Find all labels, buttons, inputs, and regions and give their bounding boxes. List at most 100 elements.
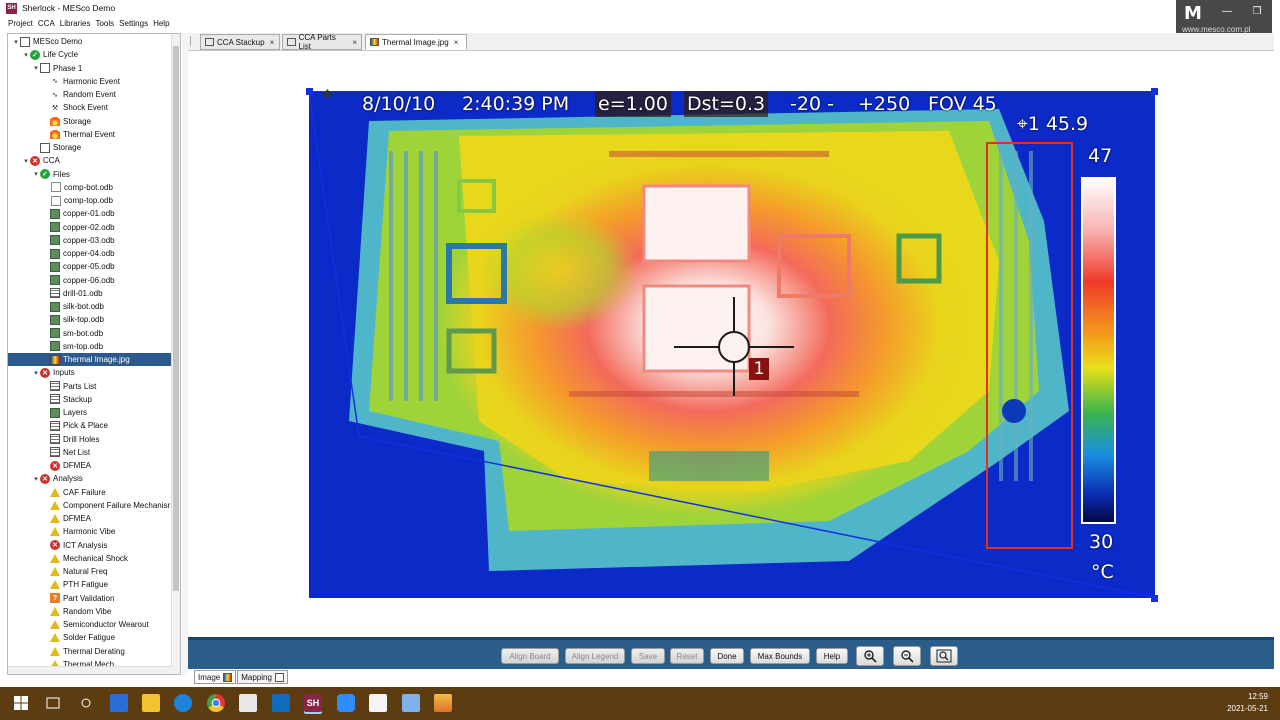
tree-item[interactable]: comp-bot.odb <box>8 181 171 194</box>
zoom-out-icon[interactable] <box>893 646 921 666</box>
paint-icon[interactable] <box>239 694 257 712</box>
tab-cca-stackup[interactable]: CCA Stackup × <box>200 34 280 50</box>
tree-item[interactable]: drill-01.odb <box>8 287 171 300</box>
tree-item[interactable]: copper-04.odb <box>8 247 171 260</box>
done-button[interactable]: Done <box>710 648 744 664</box>
tree-item[interactable]: silk-bot.odb <box>8 300 171 313</box>
chrome-icon[interactable] <box>207 694 225 712</box>
align-board-button[interactable]: Align Board <box>501 648 559 664</box>
tree-item[interactable]: silk-top.odb <box>8 313 171 326</box>
align-legend-button[interactable]: Align Legend <box>565 648 625 664</box>
tree-item[interactable]: ∿ Random Event <box>8 88 171 101</box>
tree-item[interactable]: sm-top.odb <box>8 340 171 353</box>
tree-item[interactable]: ? Part Validation <box>8 592 171 605</box>
expand-arrow-icon[interactable]: ▾ <box>22 157 30 165</box>
tree-item[interactable]: Semiconductor Wearout <box>8 618 171 631</box>
expand-arrow-icon[interactable]: ▾ <box>32 475 40 483</box>
tree-item[interactable]: Parts List <box>8 380 171 393</box>
resize-handle-top-left[interactable] <box>306 88 313 95</box>
tree-item[interactable]: copper-02.odb <box>8 221 171 234</box>
help-button[interactable]: Help <box>816 648 848 664</box>
tab-cca-parts-list[interactable]: CCA Parts List × <box>282 33 362 51</box>
tree-item[interactable]: copper-06.odb <box>8 274 171 287</box>
resize-handle-top-right[interactable] <box>1151 88 1158 95</box>
tree-item[interactable]: Stackup <box>8 393 171 406</box>
snipping-icon[interactable] <box>369 694 387 712</box>
tree-item[interactable]: Thermal Event <box>8 128 171 141</box>
tree-item[interactable]: ✕ DFMEA <box>8 459 171 472</box>
tree-item[interactable]: ∿ Harmonic Event <box>8 75 171 88</box>
tree-vertical-scrollbar[interactable] <box>171 34 180 674</box>
tree-item[interactable]: Natural Freq <box>8 565 171 578</box>
tree-item[interactable]: copper-03.odb <box>8 234 171 247</box>
tree-item[interactable]: ▾ MESco Demo <box>8 35 171 48</box>
tree-item[interactable]: copper-01.odb <box>8 207 171 220</box>
explorer-icon[interactable] <box>142 694 160 712</box>
menu-help[interactable]: Help <box>153 19 169 28</box>
menu-project[interactable]: Project <box>8 19 33 28</box>
tree-item[interactable]: ▾ ✕ Analysis <box>8 472 171 485</box>
tree-item[interactable]: Layers <box>8 406 171 419</box>
zoom-fit-icon[interactable] <box>930 646 958 666</box>
expand-arrow-icon[interactable]: ▾ <box>12 38 20 46</box>
expand-arrow-icon[interactable]: ▾ <box>32 64 40 72</box>
zoom-icon[interactable] <box>337 694 355 712</box>
minimize-button[interactable]: — <box>1212 0 1242 22</box>
tree-item[interactable]: Component Failure Mechanisr <box>8 499 171 512</box>
thermal-image[interactable]: ⌖1 45.9 47 30 °C 1 8/10/10 2:40:39 PM e=… <box>309 91 1155 598</box>
tree-item[interactable]: Thermal Image.jpg <box>8 353 171 366</box>
tree-item[interactable]: comp-top.odb <box>8 194 171 207</box>
tree-item[interactable]: ▾ ✓ Files <box>8 168 171 181</box>
tree-item[interactable]: ✕ ICT Analysis <box>8 539 171 552</box>
notes-icon[interactable] <box>402 694 420 712</box>
task-view-icon[interactable] <box>44 694 62 712</box>
expand-arrow-icon[interactable]: ▾ <box>32 170 40 178</box>
edge-icon[interactable] <box>174 694 192 712</box>
tree-item[interactable]: CAF Failure <box>8 486 171 499</box>
tree-item[interactable]: Solder Fatigue <box>8 631 171 644</box>
menu-tools[interactable]: Tools <box>95 19 114 28</box>
expand-arrow-icon[interactable]: ▾ <box>22 51 30 59</box>
tree-item[interactable]: ⚒ Shock Event <box>8 101 171 114</box>
tree-scroll-thumb[interactable] <box>173 46 179 591</box>
menu-libraries[interactable]: Libraries <box>60 19 91 28</box>
zoom-in-icon[interactable] <box>856 646 884 666</box>
tree-item[interactable]: Random Vibe <box>8 605 171 618</box>
tree-item[interactable]: ▾ ✓ Life Cycle <box>8 48 171 61</box>
close-icon[interactable]: × <box>454 38 459 47</box>
sherlock-icon[interactable]: SH <box>304 694 322 712</box>
calculator-icon[interactable] <box>110 694 128 712</box>
tree-item[interactable]: Net List <box>8 446 171 459</box>
start-icon[interactable] <box>12 694 30 712</box>
menu-settings[interactable]: Settings <box>119 19 148 28</box>
expand-arrow-icon[interactable]: ▾ <box>32 369 40 377</box>
tree-item[interactable]: Mechanical Shock <box>8 552 171 565</box>
tab-image[interactable]: Image <box>194 670 237 684</box>
tree-item[interactable]: copper-05.odb <box>8 260 171 273</box>
tree-horizontal-scrollbar[interactable] <box>8 666 172 674</box>
close-icon[interactable]: × <box>352 38 357 47</box>
tree-item[interactable]: sm-bot.odb <box>8 327 171 340</box>
outlook-icon[interactable] <box>272 694 290 712</box>
photos-icon[interactable] <box>434 694 452 712</box>
people-icon[interactable] <box>77 694 95 712</box>
tree-item[interactable]: Storage <box>8 115 171 128</box>
tab-scroll-handle[interactable] <box>190 36 194 46</box>
tree-item[interactable]: Pick & Place <box>8 419 171 432</box>
tab-mapping[interactable]: Mapping <box>237 670 288 684</box>
system-clock[interactable]: 12:59 2021-05-21 <box>1227 691 1268 715</box>
close-icon[interactable]: × <box>270 38 275 47</box>
menu-cca[interactable]: CCA <box>38 19 55 28</box>
tree-item[interactable]: ▾ ✕ Inputs <box>8 366 171 379</box>
tree-item[interactable]: Storage <box>8 141 171 154</box>
tab-thermal-image[interactable]: Thermal Image.jpg × <box>365 34 467 50</box>
restore-button[interactable]: ❐ <box>1242 0 1272 22</box>
tree-item[interactable]: Harmonic Vibe <box>8 525 171 538</box>
tree-item[interactable]: PTH Fatigue <box>8 578 171 591</box>
tree-item[interactable]: DFMEA <box>8 512 171 525</box>
resize-handle-bottom-right[interactable] <box>1151 595 1158 602</box>
tree-item[interactable]: ▾ ✕ CCA <box>8 154 171 167</box>
reset-button[interactable]: Reset <box>670 648 704 664</box>
max-bounds-button[interactable]: Max Bounds <box>750 648 810 664</box>
save-button[interactable]: Save <box>631 648 665 664</box>
